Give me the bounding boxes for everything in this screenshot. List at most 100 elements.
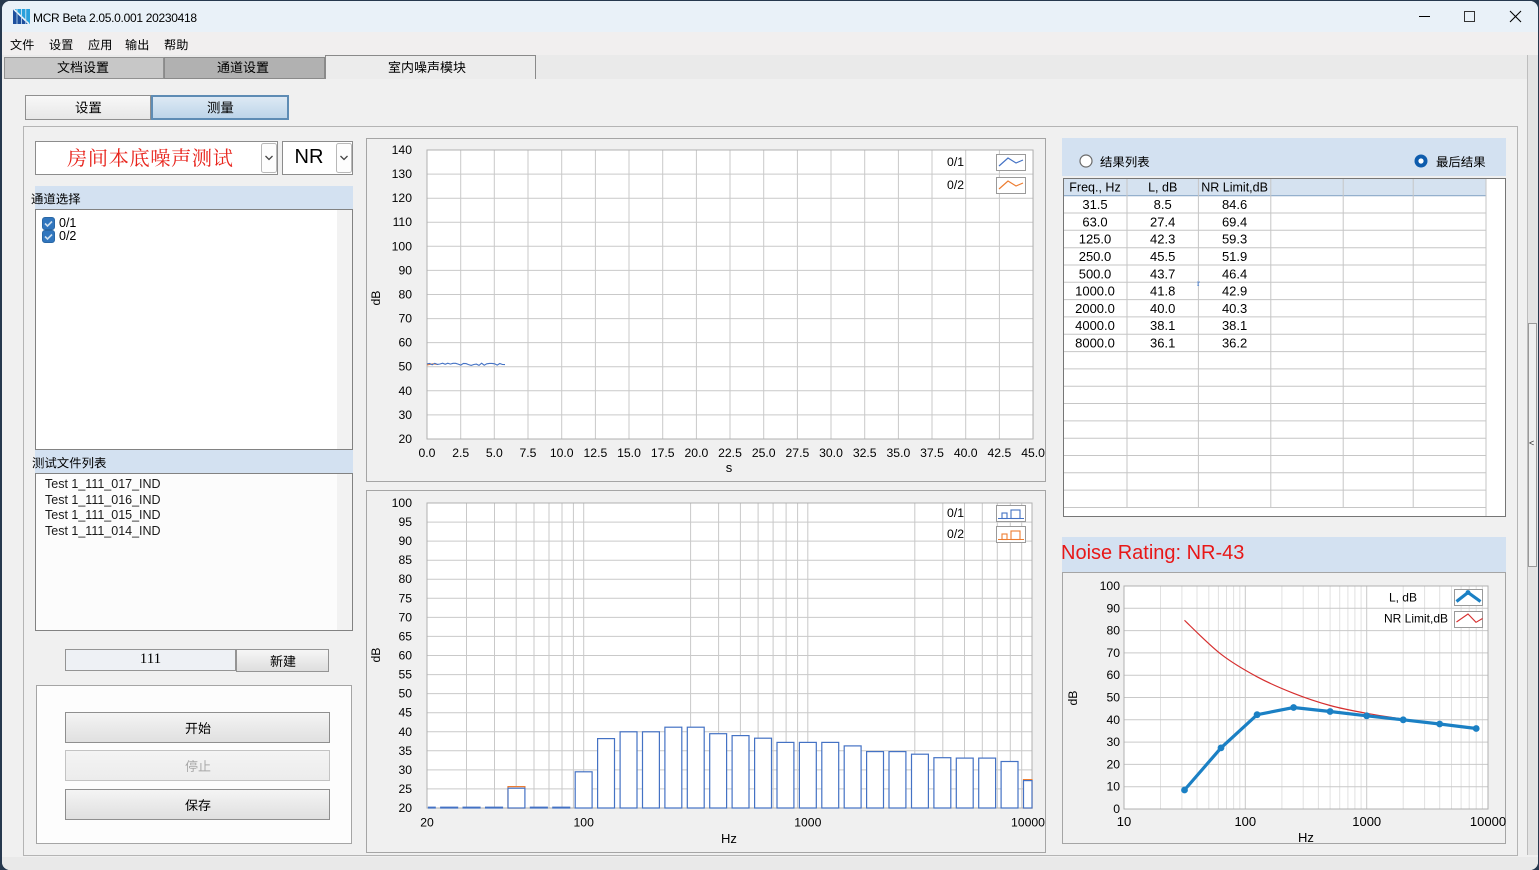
svg-text:2000.0: 2000.0 [1075,301,1115,316]
svg-text:35.0: 35.0 [887,446,911,460]
svg-text:50: 50 [398,687,412,701]
svg-text:65: 65 [398,629,412,643]
svg-text:40: 40 [398,725,412,739]
svg-text:7.5: 7.5 [520,446,537,460]
svg-text:95: 95 [398,515,412,529]
svg-text:125.0: 125.0 [1079,232,1112,247]
svg-text:70: 70 [398,610,412,624]
svg-text:1000: 1000 [1352,814,1381,829]
svg-text:45.5: 45.5 [1150,249,1175,264]
svg-text:L, dB: L, dB [1389,591,1417,605]
svg-text:90: 90 [1106,601,1120,615]
svg-text:20: 20 [398,432,412,446]
svg-text:8.5: 8.5 [1154,197,1172,212]
svg-text:2.5: 2.5 [452,446,469,460]
svg-text:38.1: 38.1 [1150,318,1175,333]
svg-text:4000.0: 4000.0 [1075,318,1115,333]
svg-text:50: 50 [398,360,412,374]
svg-text:80: 80 [398,288,412,302]
svg-text:Freq., Hz: Freq., Hz [1069,181,1120,195]
svg-text:30: 30 [398,408,412,422]
svg-text:27.5: 27.5 [786,446,810,460]
svg-text:100: 100 [392,496,413,510]
svg-text:22.5: 22.5 [718,446,742,460]
svg-text:500.0: 500.0 [1079,266,1112,281]
svg-text:20: 20 [1106,757,1120,771]
svg-text:30: 30 [398,763,412,777]
svg-text:59.3: 59.3 [1222,232,1247,247]
svg-text:60: 60 [398,649,412,663]
svg-text:84.6: 84.6 [1222,197,1247,212]
svg-text:42.5: 42.5 [988,446,1012,460]
svg-text:140: 140 [392,143,413,157]
svg-text:dB: dB [369,291,383,306]
svg-text:NR Limit,dB: NR Limit,dB [1384,612,1448,626]
svg-text:36.1: 36.1 [1150,336,1175,351]
svg-text:10: 10 [1117,814,1131,829]
svg-text:10000: 10000 [1011,816,1045,830]
svg-text:31.5: 31.5 [1082,197,1107,212]
svg-text:30.0: 30.0 [819,446,843,460]
svg-text:36.2: 36.2 [1222,336,1247,351]
svg-text:35: 35 [398,744,412,758]
svg-text:1000.0: 1000.0 [1075,284,1115,299]
svg-text:15.0: 15.0 [617,446,641,460]
svg-text:100: 100 [1100,579,1121,593]
svg-text:10000: 10000 [1470,814,1506,829]
svg-text:69.4: 69.4 [1222,214,1247,229]
svg-text:dB: dB [369,648,383,663]
svg-text:NR Limit,dB: NR Limit,dB [1201,181,1268,195]
svg-text:100: 100 [392,239,413,253]
svg-text:51.9: 51.9 [1222,249,1247,264]
svg-text:25.0: 25.0 [752,446,776,460]
svg-text:0/1: 0/1 [947,155,964,169]
svg-text:Hz: Hz [1298,830,1314,844]
svg-text:0.0: 0.0 [419,446,436,460]
svg-text:dB: dB [1066,691,1080,706]
svg-text:110: 110 [393,215,413,229]
svg-text:10.0: 10.0 [550,446,574,460]
svg-text:s: s [726,460,733,475]
svg-text:70: 70 [398,312,412,326]
svg-text:46.4: 46.4 [1222,266,1247,281]
svg-text:0/2: 0/2 [947,527,964,541]
svg-text:20: 20 [420,816,434,830]
svg-text:100: 100 [1234,814,1256,829]
svg-text:75: 75 [398,591,412,605]
svg-text:80: 80 [1106,624,1120,638]
svg-text:17.5: 17.5 [651,446,675,460]
svg-text:20.0: 20.0 [685,446,709,460]
svg-text:42.3: 42.3 [1150,232,1175,247]
svg-text:45.0: 45.0 [1021,446,1045,460]
svg-text:42.9: 42.9 [1222,284,1247,299]
svg-text:41.8: 41.8 [1150,284,1175,299]
svg-text:25: 25 [398,782,412,796]
svg-text:40.0: 40.0 [1150,301,1175,316]
svg-text:38.1: 38.1 [1222,318,1247,333]
svg-text:55: 55 [398,668,412,682]
svg-text:30: 30 [1106,735,1120,749]
svg-text:120: 120 [392,191,413,205]
svg-text:0/1: 0/1 [947,506,964,520]
svg-text:60: 60 [398,336,412,350]
svg-text:130: 130 [392,167,413,181]
svg-text:100: 100 [574,816,595,830]
svg-text:90: 90 [398,534,412,548]
svg-text:40.0: 40.0 [954,446,978,460]
svg-text:90: 90 [398,263,412,277]
svg-text:r: r [1197,278,1200,288]
svg-text:85: 85 [398,553,412,567]
svg-text:40: 40 [398,384,412,398]
svg-text:37.5: 37.5 [920,446,944,460]
svg-text:50: 50 [1106,691,1120,705]
svg-text:70: 70 [1106,646,1120,660]
svg-text:20: 20 [398,801,412,815]
svg-text:10: 10 [1106,780,1120,794]
svg-text:60: 60 [1106,668,1120,682]
svg-text:Hz: Hz [721,831,737,846]
svg-text:43.7: 43.7 [1150,266,1175,281]
svg-text:40.3: 40.3 [1222,301,1247,316]
svg-text:32.5: 32.5 [853,446,877,460]
svg-text:0/2: 0/2 [947,178,964,192]
svg-text:12.5: 12.5 [584,446,608,460]
